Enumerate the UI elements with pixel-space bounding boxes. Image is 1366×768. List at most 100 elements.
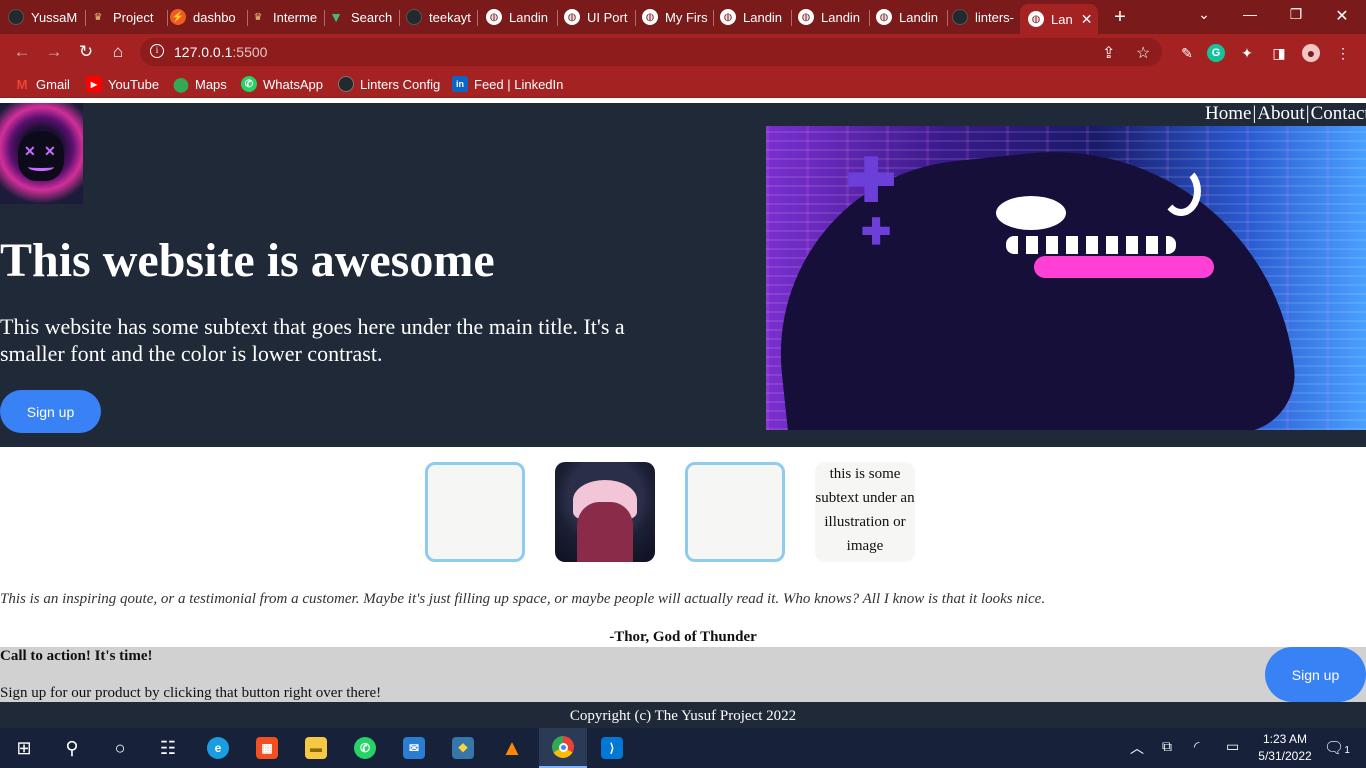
mail-icon[interactable]: ✉ bbox=[392, 728, 436, 768]
youtube-icon: ▶ bbox=[86, 76, 102, 92]
new-tab-button[interactable]: + bbox=[1110, 6, 1130, 29]
tab-6[interactable]: teekayt bbox=[406, 4, 478, 30]
restore-button[interactable]: ❐ bbox=[1286, 6, 1306, 23]
whatsapp-icon[interactable]: ✆ bbox=[343, 728, 387, 768]
reload-icon[interactable]: ↻ bbox=[76, 42, 96, 62]
microverse-icon: ♛ bbox=[90, 9, 106, 25]
windows-taskbar: ⊞ ⚲ ○ ☷ e ▦ ▬ ✆ ✉ ❖ ▲ ⟩ ︿ ⧉ ◜ ▭ 1:23 AM … bbox=[0, 728, 1366, 768]
tab-1[interactable]: YussaM bbox=[8, 4, 86, 30]
share-icon[interactable]: ⇪ bbox=[1102, 43, 1115, 63]
chrome-icon[interactable] bbox=[539, 728, 587, 768]
profile-avatar[interactable]: ● bbox=[1302, 44, 1320, 62]
file-explorer-icon[interactable]: ▬ bbox=[294, 728, 338, 768]
close-window-button[interactable]: ✕ bbox=[1332, 6, 1352, 26]
call-to-action-section: Call to action! It's time! Sign up for o… bbox=[0, 647, 1366, 702]
bookmark-linters-config[interactable]: Linters Config bbox=[338, 76, 440, 92]
tab-13[interactable]: linters- bbox=[952, 4, 1018, 30]
card-caption: this is some subtext under an illustrati… bbox=[815, 462, 915, 562]
bookmark-whatsapp[interactable]: ✆ WhatsApp bbox=[241, 76, 323, 92]
tab-10[interactable]: ◍ Landin bbox=[720, 4, 792, 30]
globe-icon: ◍ bbox=[876, 9, 892, 25]
tab-2[interactable]: ♛ Project bbox=[90, 4, 168, 30]
tab-title: Landin bbox=[743, 9, 783, 25]
tab-title: Landin bbox=[899, 9, 939, 25]
globe-icon: ◍ bbox=[1028, 11, 1044, 27]
nav-link-home[interactable]: Home bbox=[1205, 103, 1251, 125]
extensions-puzzle-icon[interactable]: ✦ bbox=[1238, 44, 1256, 62]
wifi-icon[interactable]: ◜ bbox=[1194, 738, 1199, 755]
tab-11[interactable]: ◍ Landin bbox=[798, 4, 870, 30]
globe-icon: ◍ bbox=[486, 9, 502, 25]
bookmark-maps[interactable]: ⬤ Maps bbox=[173, 76, 227, 92]
tab-4[interactable]: ♛ Interme bbox=[250, 4, 325, 30]
tab-title: YussaM bbox=[31, 9, 78, 25]
globe-icon: ◍ bbox=[564, 9, 580, 25]
site-info-icon[interactable]: i bbox=[150, 44, 164, 58]
bookmark-youtube[interactable]: ▶ YouTube bbox=[86, 76, 159, 92]
card-image bbox=[555, 462, 655, 562]
globe-icon: ◍ bbox=[720, 9, 736, 25]
maps-icon: ⬤ bbox=[173, 75, 189, 92]
globe-icon: ◍ bbox=[642, 9, 658, 25]
task-view-icon[interactable]: ☷ bbox=[146, 728, 190, 768]
cards-section: this is some subtext under an illustrati… bbox=[0, 447, 1366, 577]
nav-link-about[interactable]: About bbox=[1257, 103, 1305, 125]
windows-start-icon[interactable]: ⊞ bbox=[2, 728, 46, 768]
extension-pen-icon[interactable]: ✎ bbox=[1178, 44, 1196, 62]
meet-now-icon[interactable]: ⧉ bbox=[1162, 738, 1172, 755]
tab-5[interactable]: ▼ Search bbox=[328, 4, 400, 30]
vlc-icon[interactable]: ▲ bbox=[490, 728, 534, 768]
tab-search-icon[interactable]: ⌄ bbox=[1194, 6, 1214, 23]
tab-title: teekayt bbox=[429, 9, 471, 25]
tab-8[interactable]: ◍ UI Port bbox=[564, 4, 636, 30]
hero-image: ✚ ✚ bbox=[766, 126, 1366, 430]
close-icon[interactable]: ✕ bbox=[1081, 11, 1093, 28]
tab-12[interactable]: ◍ Landin bbox=[876, 4, 948, 30]
tab-active[interactable]: ◍ Lan ✕ bbox=[1020, 4, 1098, 34]
tab-title: Landin bbox=[509, 9, 549, 25]
site-logo: ✕ ✕ bbox=[0, 103, 83, 204]
notification-icon[interactable]: 🗨1 bbox=[1324, 738, 1350, 758]
tab-title: Search bbox=[351, 9, 393, 25]
hero-section: ✕ ✕ Home | About | Contact This website … bbox=[0, 103, 1366, 447]
side-panel-icon[interactable]: ◨ bbox=[1270, 44, 1288, 62]
back-icon[interactable]: ← bbox=[12, 42, 32, 62]
store-icon[interactable]: ▦ bbox=[245, 728, 289, 768]
hero-title: This website is awesome bbox=[0, 234, 495, 287]
gmail-icon: M bbox=[16, 76, 28, 92]
linkedin-icon: in bbox=[452, 76, 468, 92]
home-icon[interactable]: ⌂ bbox=[108, 42, 128, 62]
forward-icon[interactable]: → bbox=[44, 42, 64, 62]
cortana-icon[interactable]: ○ bbox=[98, 728, 142, 768]
browser-tab-bar: YussaM ♛ Project ⚡ dashbo ♛ Interme ▼ Se… bbox=[0, 0, 1366, 34]
tab-3[interactable]: ⚡ dashbo bbox=[170, 4, 248, 30]
nav-link-contact[interactable]: Contact bbox=[1311, 103, 1366, 125]
github-icon bbox=[952, 9, 968, 25]
hero-signup-button[interactable]: Sign up bbox=[0, 390, 101, 433]
chevron-up-icon[interactable]: ︿ bbox=[1130, 738, 1144, 758]
tab-7[interactable]: ◍ Landin bbox=[486, 4, 558, 30]
microverse-icon: ♛ bbox=[250, 9, 266, 25]
bookmark-gmail[interactable]: M Gmail bbox=[14, 76, 70, 92]
card-placeholder bbox=[425, 462, 525, 562]
grammarly-icon[interactable]: G bbox=[1207, 44, 1225, 62]
vscode-icon[interactable]: ⟩ bbox=[590, 728, 634, 768]
system-clock[interactable]: 1:23 AM 5/31/2022 bbox=[1250, 731, 1320, 765]
bookmark-linkedin[interactable]: in Feed | LinkedIn bbox=[452, 76, 563, 92]
cta-signup-button[interactable]: Sign up bbox=[1265, 647, 1366, 702]
cta-title: Call to action! It's time! bbox=[0, 648, 153, 664]
tab-9[interactable]: ◍ My Firs bbox=[642, 4, 714, 30]
minimize-button[interactable]: — bbox=[1240, 6, 1260, 22]
edge-icon[interactable]: e bbox=[196, 728, 240, 768]
tab-title: UI Port bbox=[587, 9, 628, 25]
menu-kebab-icon[interactable]: ⋮ bbox=[1334, 44, 1352, 62]
battery-icon[interactable]: ▭ bbox=[1226, 738, 1239, 755]
globe-icon: ◍ bbox=[798, 9, 814, 25]
address-bar[interactable]: i 127.0.0.1:5500 ⇪ ☆ bbox=[140, 38, 1162, 66]
tab-title: dashbo bbox=[193, 9, 236, 25]
tab-title: Landin bbox=[821, 9, 861, 25]
github-icon bbox=[406, 9, 422, 25]
bookmark-star-icon[interactable]: ☆ bbox=[1136, 43, 1150, 63]
search-icon[interactable]: ⚲ bbox=[50, 728, 94, 768]
python-icon[interactable]: ❖ bbox=[441, 728, 485, 768]
